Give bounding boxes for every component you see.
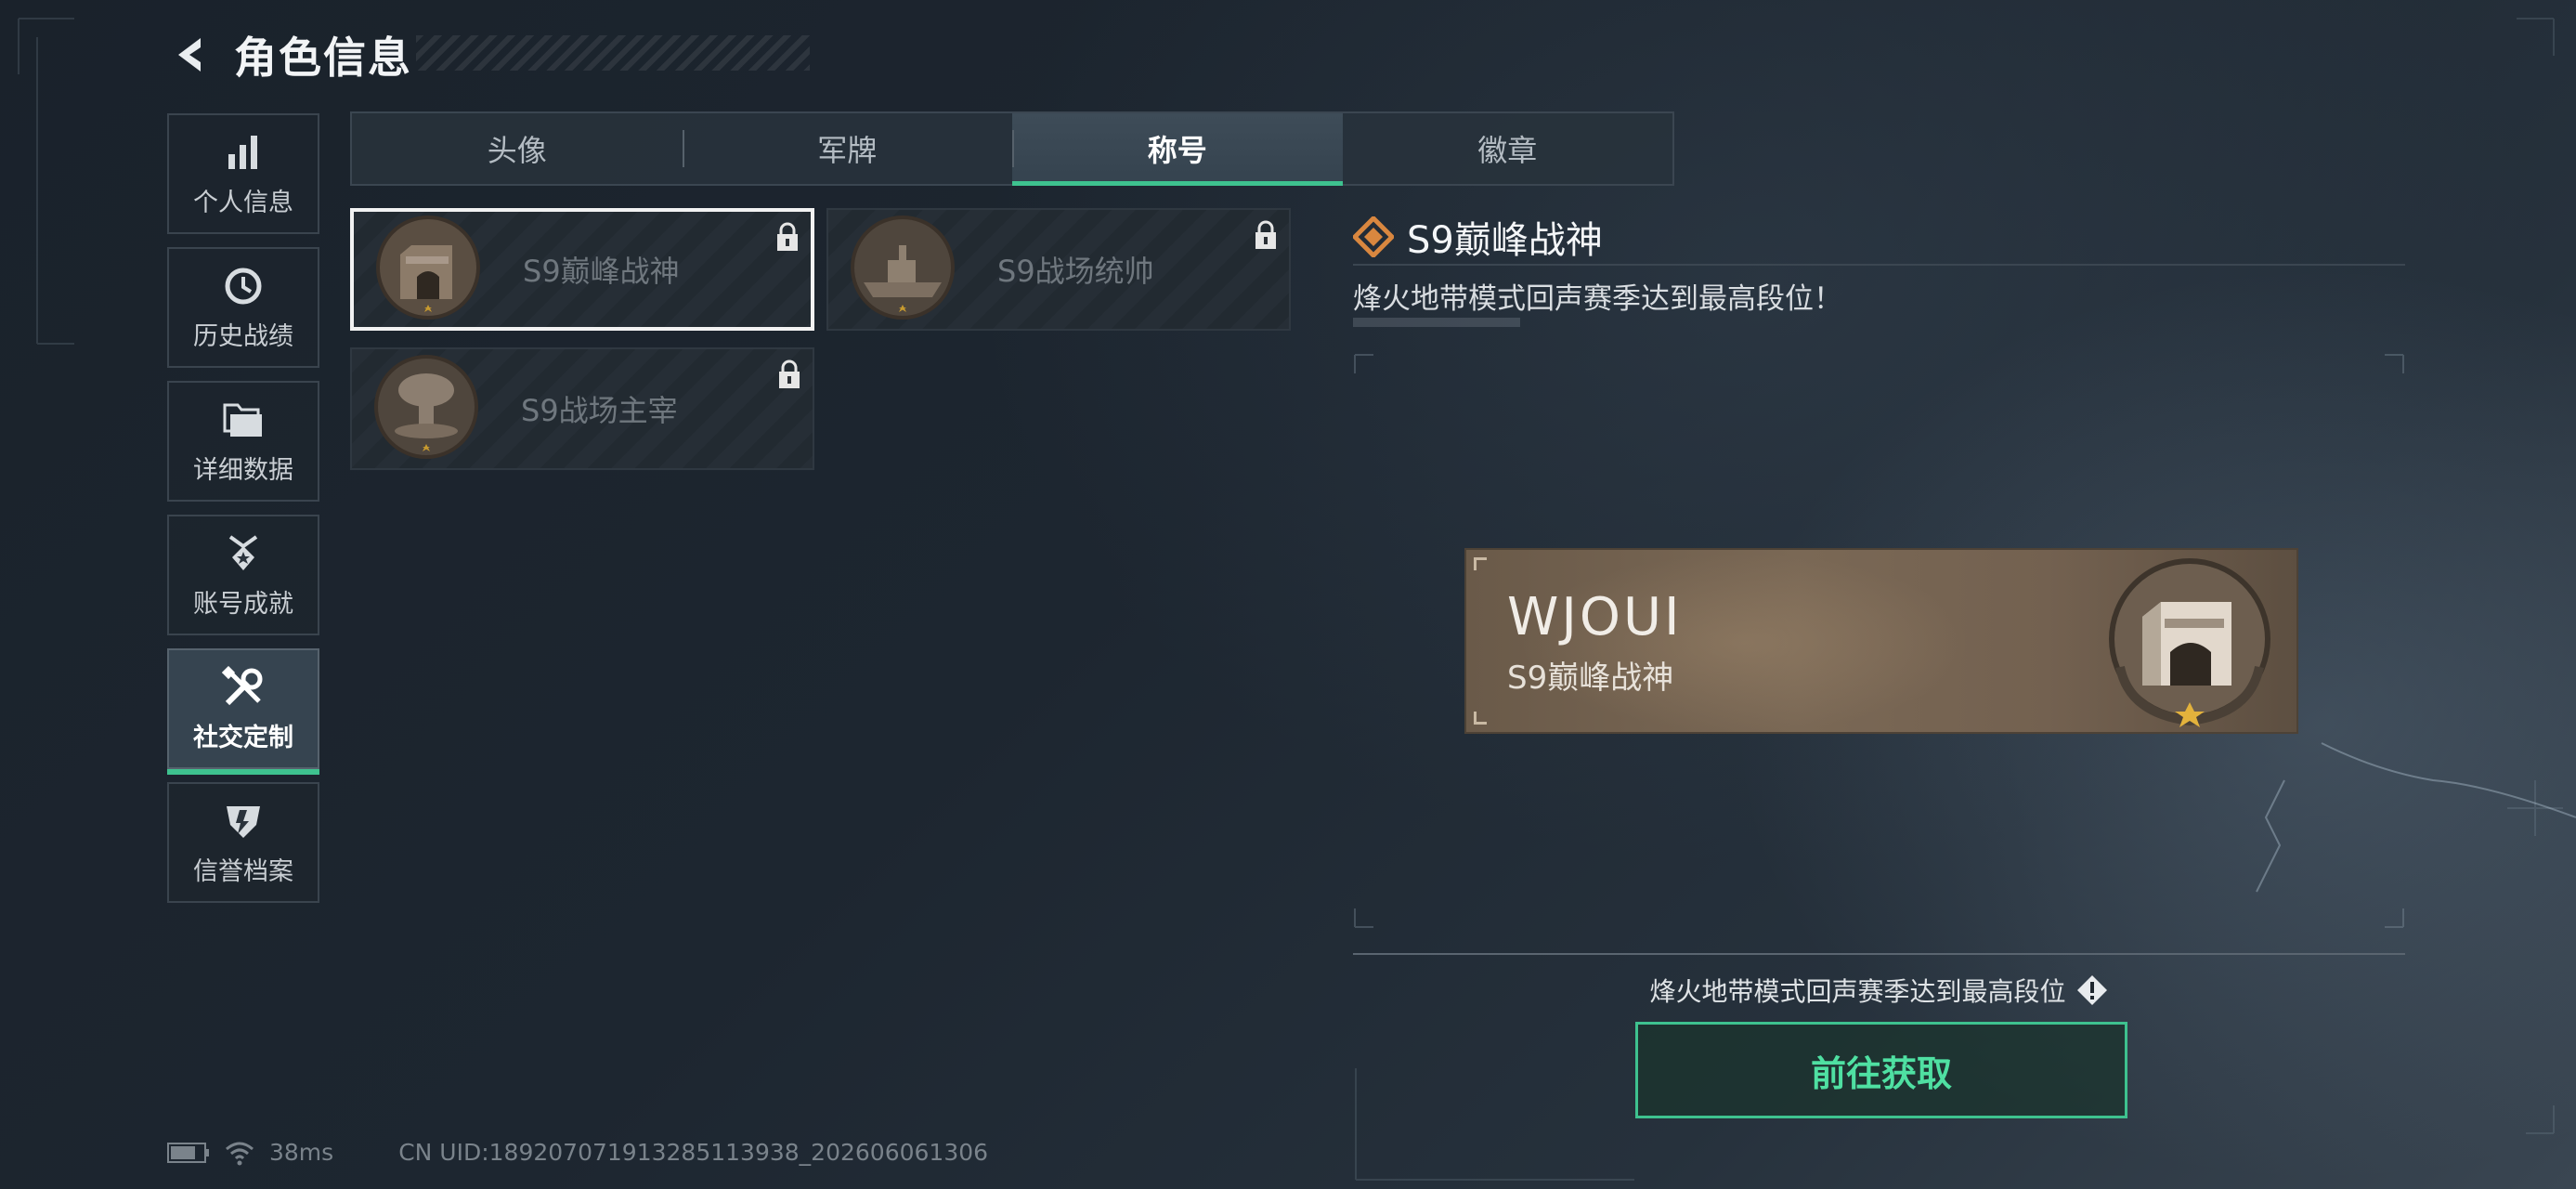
fortress-emblem-icon xyxy=(376,216,480,320)
title-preview-nameplate: WJOUI S9巅峰战神 xyxy=(1464,548,2298,734)
nav-item-profile[interactable]: 个人信息 xyxy=(167,113,319,234)
detail-description: 烽火地带模式回声赛季达到最高段位！ xyxy=(1353,282,1842,316)
detail-header: S9巅峰战神 xyxy=(1353,210,2405,264)
lock-icon xyxy=(777,222,798,251)
nav-label: 账号成就 xyxy=(193,589,293,619)
nav-item-achievements[interactable]: 账号成就 xyxy=(167,515,319,635)
nav-item-social-custom[interactable]: 社交定制 xyxy=(167,648,319,775)
corner-mark xyxy=(1474,712,1487,725)
nameplate-player-name: WJOUI xyxy=(1507,587,1683,647)
achievement-medal-icon xyxy=(221,531,266,576)
fortress-emblem-icon xyxy=(2109,558,2270,727)
obtain-hint-text: 烽火地带模式回声赛季达到最高段位 xyxy=(1649,976,2066,1007)
uid-text: CN UID:18920707191328511393​8_2026060613… xyxy=(398,1139,989,1166)
tools-icon xyxy=(221,665,266,710)
divider xyxy=(1353,953,2405,955)
tab-title[interactable]: 称号 xyxy=(1012,113,1343,186)
lock-icon xyxy=(1255,220,1276,249)
obtain-button[interactable]: 前往获取 xyxy=(1635,1022,2127,1118)
title-decoration xyxy=(416,35,810,71)
title-card[interactable]: S9战场主宰 xyxy=(350,347,814,470)
nav-label: 信誉档案 xyxy=(193,856,293,886)
detail-title: S9巅峰战神 xyxy=(1407,219,1603,262)
detail-subtext-blur xyxy=(1353,318,1520,327)
nav-label: 社交定制 xyxy=(193,723,293,752)
mushroom-cloud-emblem-icon xyxy=(374,355,478,459)
title-card-name: S9巅峰战神 xyxy=(523,254,680,289)
credit-shield-icon xyxy=(221,799,266,843)
diamond-title-icon xyxy=(1353,216,1394,257)
title-card[interactable]: S9巅峰战神 xyxy=(350,208,814,331)
title-card-name: S9战场统帅 xyxy=(997,254,1154,289)
nav-item-history[interactable]: 历史战绩 xyxy=(167,247,319,368)
page-header: 角色信息 xyxy=(167,26,810,84)
lock-icon xyxy=(779,359,800,388)
title-card-name: S9战场主宰 xyxy=(521,393,678,428)
side-nav: 个人信息 历史战绩 详细数据 账号成就 社交定制 信誉档案 xyxy=(167,113,319,916)
wifi-icon xyxy=(226,1142,254,1165)
nav-item-credit-record[interactable]: 信誉档案 xyxy=(167,782,319,903)
back-button[interactable] xyxy=(167,31,215,79)
tab-avatar[interactable]: 头像 xyxy=(352,113,683,184)
battery-icon xyxy=(167,1142,209,1163)
back-arrow-icon xyxy=(178,38,201,72)
folder-icon xyxy=(221,398,266,442)
ping-value: 38ms xyxy=(269,1139,334,1166)
divider xyxy=(1353,264,2405,266)
title-card[interactable]: S9战场统帅 xyxy=(826,208,1291,331)
nav-label: 个人信息 xyxy=(193,188,293,217)
page-title: 角色信息 xyxy=(234,33,412,83)
nav-label: 历史战绩 xyxy=(193,321,293,351)
tab-bar: 头像 军牌 称号 徽章 xyxy=(350,111,1674,186)
nav-label: 详细数据 xyxy=(193,455,293,485)
corner-mark xyxy=(1474,557,1487,570)
nav-item-detailed-data[interactable]: 详细数据 xyxy=(167,381,319,502)
obtain-hint: 烽火地带模式回声赛季达到最高段位 xyxy=(1353,972,2405,1009)
clock-history-icon xyxy=(221,264,266,308)
status-bar: 38ms CN UID:18920707191328511393​8_20260… xyxy=(167,1139,988,1166)
tab-dogtag[interactable]: 军牌 xyxy=(682,113,1013,184)
info-diamond-icon[interactable] xyxy=(2075,973,2109,1007)
tab-badge[interactable]: 徽章 xyxy=(1343,113,1673,184)
bar-chart-icon xyxy=(221,130,266,175)
nameplate-title: S9巅峰战神 xyxy=(1507,660,1674,697)
warship-emblem-icon xyxy=(851,216,955,320)
